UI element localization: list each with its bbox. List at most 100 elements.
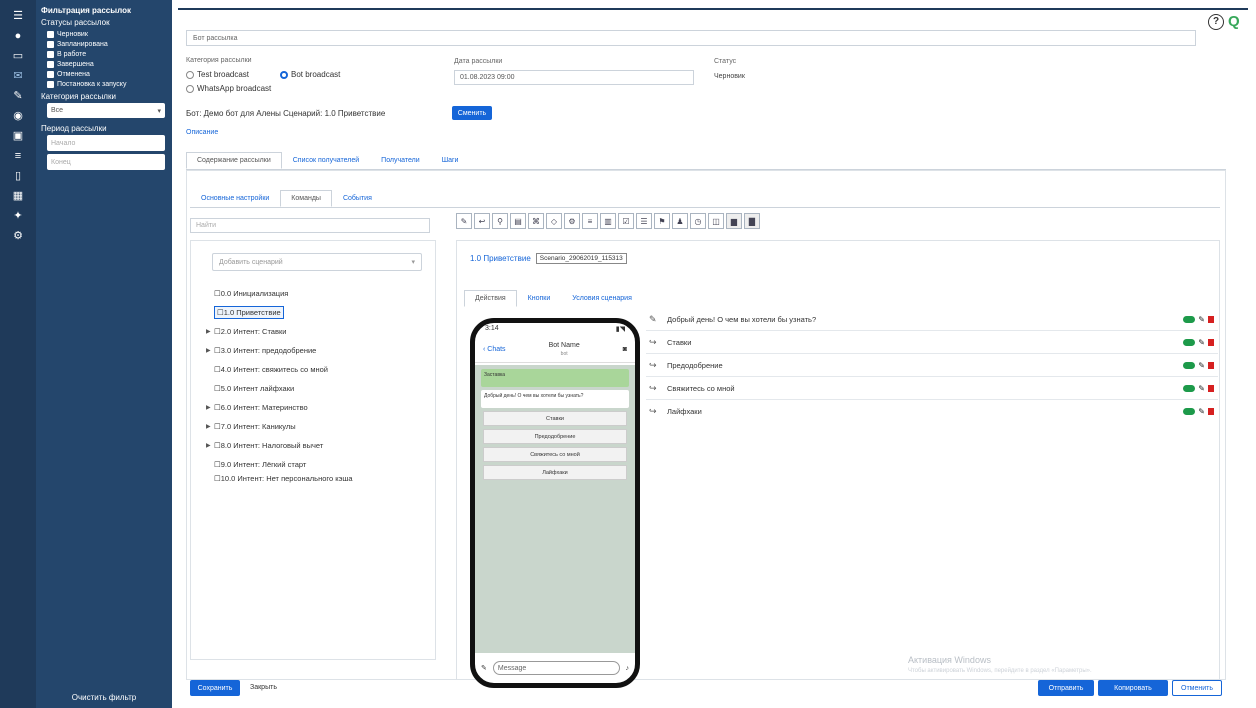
tab-actions[interactable]: Действия: [464, 290, 517, 307]
status-checkbox[interactable]: Черновик: [41, 29, 167, 39]
location-icon[interactable]: ⚑: [654, 213, 670, 229]
reply-icon[interactable]: ↩: [474, 213, 490, 229]
tab-steps[interactable]: Шаги: [431, 152, 470, 169]
text-message-icon[interactable]: ✎: [456, 213, 472, 229]
pencil-icon[interactable]: ✎: [1198, 315, 1205, 324]
tree-item[interactable]: ☐0.0 Инициализация: [206, 284, 416, 303]
tree-item-label[interactable]: ☐0.0 Инициализация: [214, 289, 288, 298]
pencil-icon[interactable]: ✎: [1198, 384, 1205, 393]
broadcast-name-input[interactable]: Бот рассылка: [186, 30, 1196, 46]
checkbox-icon[interactable]: [47, 80, 54, 88]
checkbox-icon[interactable]: [47, 50, 54, 58]
date-input[interactable]: 01.08.2023 09:00: [454, 70, 694, 85]
document-icon[interactable]: ▇: [744, 213, 760, 229]
tab-buttons[interactable]: Кнопки: [517, 290, 562, 307]
trash-icon[interactable]: [1208, 384, 1214, 392]
tree-item[interactable]: ▶ ☐7.0 Интент: Каникулы: [206, 417, 416, 436]
logo-icon[interactable]: Q: [1228, 13, 1248, 31]
tree-item-label[interactable]: ☐8.0 Интент: Налоговый вычет: [214, 441, 323, 450]
variable-icon[interactable]: ≡: [582, 213, 598, 229]
help-icon[interactable]: ?: [1208, 14, 1224, 30]
edit-icon[interactable]: ✎: [0, 86, 36, 106]
tab-recipient-list[interactable]: Список получателей: [282, 152, 370, 169]
status-checkbox[interactable]: Запланирована: [41, 39, 167, 49]
toggle-icon[interactable]: [1183, 384, 1196, 392]
radio-test-broadcast[interactable]: Test broadcast: [186, 70, 249, 79]
tree-item-label[interactable]: ☐3.0 Интент: предодобрение: [214, 346, 316, 355]
user-icon[interactable]: ♟: [672, 213, 688, 229]
category-select[interactable]: Все ▾: [47, 103, 165, 118]
list-item[interactable]: ✎ Добрый день! О чем вы хотели бы узнать?…: [646, 308, 1218, 331]
search-input[interactable]: Найти: [190, 218, 430, 233]
tree-item[interactable]: ☐9.0 Интент: Лёгкий старт: [206, 455, 416, 474]
expand-arrow-icon[interactable]: ▶: [206, 347, 214, 354]
gear-icon[interactable]: ⚙: [0, 226, 36, 246]
tab-conditions[interactable]: Условия сценария: [561, 290, 643, 307]
status-checkbox[interactable]: В работе: [41, 49, 167, 59]
list-icon[interactable]: ☰: [636, 213, 652, 229]
clock-icon[interactable]: ◷: [690, 213, 706, 229]
tree-item[interactable]: ▶ ☐2.0 Интент: Ставки: [206, 322, 416, 341]
tab-recipients[interactable]: Получатели: [370, 152, 431, 169]
radio-icon[interactable]: [186, 70, 194, 79]
list-item[interactable]: ↪ Свяжитесь со мной ✎: [646, 377, 1218, 400]
folder-icon[interactable]: ▆: [726, 213, 742, 229]
attach-icon[interactable]: ⌘: [528, 213, 544, 229]
status-checkbox[interactable]: Завершена: [41, 59, 167, 69]
tree-item-label[interactable]: ☐7.0 Интент: Каникулы: [214, 422, 296, 431]
expand-arrow-icon[interactable]: ▶: [206, 328, 214, 335]
message-icon[interactable]: ▣: [0, 126, 36, 146]
tree-item[interactable]: ☐5.0 Интент лайфхаки: [206, 379, 416, 398]
tab-main-settings[interactable]: Основные настройки: [190, 190, 280, 207]
tree-item-label[interactable]: ☐6.0 Интент: Материнство: [214, 403, 308, 412]
description-link[interactable]: Описание: [186, 129, 218, 136]
list-item[interactable]: ↪ Предодобрение ✎: [646, 354, 1218, 377]
tree-item[interactable]: ▶ ☐3.0 Интент: предодобрение: [206, 341, 416, 360]
toggle-icon[interactable]: [1183, 361, 1196, 369]
tab-commands[interactable]: Команды: [280, 190, 332, 207]
group-icon[interactable]: ✦: [0, 206, 36, 226]
tree-item-label[interactable]: ☐4.0 Интент: свяжитесь со мной: [214, 365, 328, 374]
checkbox-icon[interactable]: [47, 70, 54, 78]
toggle-icon[interactable]: [1183, 338, 1196, 346]
monitor-icon[interactable]: ▭: [0, 46, 36, 66]
table-icon[interactable]: ▦: [0, 186, 36, 206]
change-button[interactable]: Сменить: [452, 106, 492, 120]
radio-bot-broadcast[interactable]: Bot broadcast: [280, 70, 340, 79]
menu-icon[interactable]: ☰: [0, 6, 36, 26]
date-from-input[interactable]: Начало: [47, 135, 165, 151]
radio-selected-icon[interactable]: [280, 70, 288, 79]
pencil-icon[interactable]: ✎: [1198, 407, 1205, 416]
tree-item-selected[interactable]: ☐1.0 Приветствие: [206, 303, 416, 322]
status-checkbox[interactable]: Отменена: [41, 69, 167, 79]
form-icon[interactable]: ☑: [618, 213, 634, 229]
checkbox-icon[interactable]: [47, 40, 54, 48]
pencil-icon[interactable]: ✎: [1198, 361, 1205, 370]
toggle-icon[interactable]: [1183, 315, 1196, 323]
file-icon[interactable]: ▯: [0, 166, 36, 186]
status-checkbox[interactable]: Постановка к запуску: [41, 79, 167, 89]
list-item[interactable]: ↪ Лайфхаки ✎: [646, 400, 1218, 423]
image-icon[interactable]: ▤: [510, 213, 526, 229]
expand-arrow-icon[interactable]: ▶: [206, 442, 214, 449]
checkbox-icon[interactable]: [47, 60, 54, 68]
tab-content[interactable]: Содержание рассылки: [186, 152, 282, 169]
tree-item[interactable]: ☐4.0 Интент: свяжитесь со мной: [206, 360, 416, 379]
link-icon[interactable]: ⚲: [492, 213, 508, 229]
radio-icon[interactable]: [186, 84, 194, 93]
tree-item[interactable]: ☐10.0 Интент: Нет персонального кэша: [206, 474, 416, 484]
trash-icon[interactable]: [1208, 315, 1214, 323]
list-item[interactable]: ↪ Ставки ✎: [646, 331, 1218, 354]
window-icon[interactable]: ◫: [708, 213, 724, 229]
toggle-icon[interactable]: [1183, 408, 1196, 415]
chat-icon[interactable]: ◉: [0, 106, 36, 126]
checkbox-icon[interactable]: [47, 30, 54, 38]
copy-button[interactable]: Копировать: [1098, 680, 1168, 696]
tree-item-label[interactable]: ☐10.0 Интент: Нет персонального кэша: [214, 474, 404, 484]
pencil-icon[interactable]: ✎: [1198, 338, 1205, 347]
expand-arrow-icon[interactable]: ▶: [206, 404, 214, 411]
tab-events[interactable]: События: [332, 190, 383, 207]
send-button[interactable]: Отправить: [1038, 680, 1094, 696]
tree-item-label[interactable]: ☐5.0 Интент лайфхаки: [214, 384, 294, 393]
tree-item[interactable]: ▶ ☐6.0 Интент: Материнство: [206, 398, 416, 417]
